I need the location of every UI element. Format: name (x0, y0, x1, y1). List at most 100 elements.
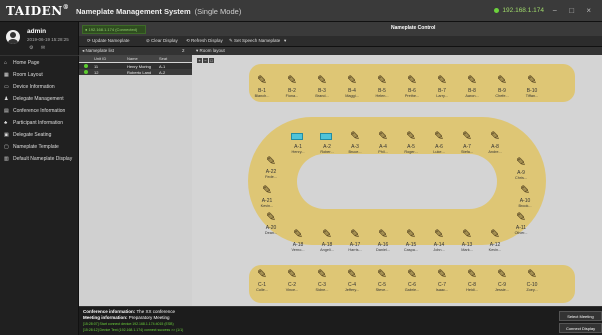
seat-a-20[interactable]: ✎ A-20 Dean... (258, 208, 284, 240)
zoom-out-button[interactable]: − (203, 58, 208, 63)
user-name: admin (27, 28, 47, 35)
update-nameplate-button[interactable]: ⟳ Update Nameplate (87, 38, 130, 44)
section-title: Nameplate Control (391, 25, 436, 31)
seat-b-2[interactable]: ✎ B-2 Fiona... (279, 71, 305, 103)
table-header: Unit ID Name Seat (79, 55, 192, 62)
zoom-in-button[interactable]: + (197, 58, 202, 63)
seat-c-6[interactable]: ✎ C-6 Gabrie... (399, 265, 425, 297)
display-icon: ▥ (4, 156, 9, 162)
room-layout-header: ▾ Room layout (192, 47, 602, 55)
seat-name: Heidi... (466, 288, 478, 292)
sidebar-item-participant-information[interactable]: ♣ Participant Information (0, 117, 79, 129)
select-meeting-button[interactable]: Select Meeting (559, 311, 602, 321)
microphone-icon: ✎ (527, 267, 538, 281)
user-action-icons[interactable]: ⚙ ✉ (29, 45, 48, 51)
microphone-icon: ✎ (407, 267, 418, 281)
microphone-icon: ✎ (291, 133, 303, 140)
seat-c-10[interactable]: ✎ C-10 Zoey... (519, 265, 545, 297)
sidebar-item-conference-information[interactable]: ▤ Conference Information (0, 105, 79, 117)
seat-a-18[interactable]: ✎ A-18 Verno... (285, 225, 311, 257)
seat-b-8[interactable]: ✎ B-8 Aaron... (459, 71, 485, 103)
seat-name: Dean... (264, 231, 278, 235)
seat-a-16[interactable]: ✎ A-16 Daniel... (370, 225, 396, 257)
seat-a-15[interactable]: ✎ A-15 Caspa... (398, 225, 424, 257)
seat-a-2[interactable]: ✎A-2Rober... (314, 127, 340, 159)
seat-name: Blanch... (254, 94, 270, 98)
seat-c-1[interactable]: ✎ C-1 Colle... (249, 265, 275, 297)
toolbar-more-button[interactable]: ▾ (284, 38, 286, 44)
connect-display-button[interactable]: Connect Display (559, 323, 602, 333)
microphone-icon: ✎ (287, 267, 298, 281)
seat-b-10[interactable]: ✎ B-10 Tiffan... (519, 71, 545, 103)
refresh-display-button[interactable]: ⟲ Refresh Display (186, 38, 223, 44)
sidebar-item-delegate-management[interactable]: ♟ Delegate Management (0, 93, 79, 105)
sidebar-item-default-nameplate-display[interactable]: ▥ Default Nameplate Display (0, 153, 79, 165)
seat-name: Gabrie... (404, 288, 420, 292)
seat-a-7[interactable]: ✎ A-7 Stefa... (454, 127, 480, 159)
seat-name: Helen... (375, 94, 389, 98)
seat-b-6[interactable]: ✎ B-6 Prethe... (399, 71, 425, 103)
seat-c-4[interactable]: ✎ C-4 Jeffery... (339, 265, 365, 297)
fit-button[interactable]: □ (209, 58, 214, 63)
seat-name: Chefe... (495, 94, 509, 98)
seat-a-3[interactable]: ✎ A-3 Bruce... (342, 127, 368, 159)
seat-name: Vince... (285, 288, 299, 292)
microphone-icon: ✎ (350, 227, 361, 241)
nameplate-table: Unit ID Name Seat 11 Henry Moring A-1 12… (79, 55, 192, 306)
microphone-icon: ✎ (377, 267, 388, 281)
sidebar-item-room-layout[interactable]: ▦ Room Layout (0, 69, 79, 81)
taiden-logo: TAIDEN® (6, 4, 70, 18)
seat-b-3[interactable]: ✎ B-3 Brand... (309, 71, 335, 103)
seat-name: Maggi... (345, 94, 359, 98)
template-icon: ▢ (4, 144, 9, 150)
sidebar-item-delegate-seating[interactable]: ▣ Delegate Seating (0, 129, 79, 141)
clear-display-button[interactable]: ⊘ Clear Display (146, 38, 178, 44)
seat-b-4[interactable]: ✎ B-4 Maggi... (339, 71, 365, 103)
microphone-icon: ✎ (257, 267, 268, 281)
microphone-icon: ✎ (406, 129, 417, 143)
seat-name: Andre... (488, 150, 502, 154)
seat-name: Zoey... (526, 288, 538, 292)
seat-a-6[interactable]: ✎ A-6 Luke... (426, 127, 452, 159)
nameplate-list-header: ◂ Nameplate list 2 (79, 47, 192, 55)
seat-name: Rober... (320, 150, 334, 154)
meeting-info: Conference information: The XX conferenc… (83, 309, 175, 320)
seat-b-1[interactable]: ✎ B-1 Blanch... (249, 71, 275, 103)
seat-c-3[interactable]: ✎ C-3 Sidne... (309, 265, 335, 297)
sidebar-item-home-page[interactable]: ⌂ Home Page (0, 57, 79, 69)
microphone-icon: ✎ (527, 73, 538, 87)
seat-a-12[interactable]: ✎ A-12 Kevin... (482, 225, 508, 257)
seat-a-11[interactable]: ✎ A-11 Oliver... (508, 208, 534, 240)
zoom-controls: + − □ (197, 58, 215, 63)
room-layout-tab[interactable]: ▾ Room layout (196, 48, 225, 54)
seat-a-1[interactable]: ✎A-1Henry... (285, 127, 311, 159)
seat-b-5[interactable]: ✎ B-5 Helen... (369, 71, 395, 103)
seat-c-9[interactable]: ✎ C-9 Jessie... (489, 265, 515, 297)
log-line: [15:28:07] Start connect device:192.168.… (83, 322, 174, 326)
seat-a-14[interactable]: ✎ A-14 John... (426, 225, 452, 257)
seat-name: Prethe... (404, 94, 420, 98)
seat-a-13[interactable]: ✎ A-13 Mark... (454, 225, 480, 257)
seat-a-4[interactable]: ✎ A-4 Phil... (370, 127, 396, 159)
microphone-icon: ✎ (520, 183, 531, 197)
microphone-icon: ✎ (437, 267, 448, 281)
seat-a-17[interactable]: ✎ A-17 Harris... (342, 225, 368, 257)
nameplate-list-tab[interactable]: ◂ Nameplate list (82, 48, 114, 54)
ip-status: 192.168.1.174 (494, 7, 544, 14)
sidebar-item-nameplate-template[interactable]: ▢ Nameplate Template (0, 141, 79, 153)
seat-a-18[interactable]: ✎ A-18 Angeli... (314, 225, 340, 257)
set-speech-nameplate-button[interactable]: ✎ Set Speech Nameplate (229, 38, 280, 44)
window-controls[interactable]: − □ × (552, 6, 596, 15)
seat-c-5[interactable]: ✎ C-5 Steve... (369, 265, 395, 297)
seat-b-9[interactable]: ✎ B-9 Chefe... (489, 71, 515, 103)
seat-name: Isaac... (435, 288, 449, 292)
sidebar-item-device-information[interactable]: ▭ Device Information (0, 81, 79, 93)
microphone-icon: ✎ (467, 73, 478, 87)
seat-c-2[interactable]: ✎ C-2 Vince... (279, 265, 305, 297)
seat-a-5[interactable]: ✎ A-5 Roger... (398, 127, 424, 159)
seat-a-8[interactable]: ✎ A-8 Andre... (482, 127, 508, 159)
seat-c-7[interactable]: ✎ C-7 Isaac... (429, 265, 455, 297)
seat-c-8[interactable]: ✎ C-8 Heidi... (459, 265, 485, 297)
seat-b-7[interactable]: ✎ B-7 Larry... (429, 71, 455, 103)
seat-a-22[interactable]: ✎ A-22 Fede... (258, 152, 284, 184)
